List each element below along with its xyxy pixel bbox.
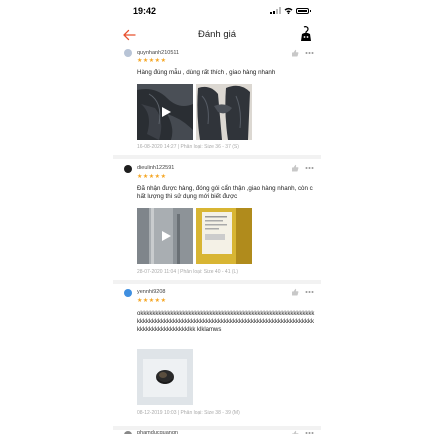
avatar[interactable] bbox=[124, 49, 132, 57]
wifi-icon bbox=[284, 7, 293, 14]
review-username[interactable]: yennhi9208 bbox=[137, 289, 165, 295]
star-icon: ★ bbox=[142, 298, 149, 304]
status-time: 19:42 bbox=[133, 6, 157, 16]
star-icon: ★ bbox=[142, 174, 149, 180]
star-icon: ★ bbox=[160, 174, 166, 180]
review-photo-thumbnail[interactable] bbox=[196, 208, 252, 264]
review-username[interactable]: phamducquangn bbox=[137, 430, 178, 434]
star-icon: ★ bbox=[160, 298, 166, 304]
play-icon[interactable] bbox=[160, 106, 172, 118]
review-photo-thumbnail[interactable] bbox=[137, 349, 193, 405]
play-icon[interactable] bbox=[160, 230, 172, 242]
star-icon: ★ bbox=[148, 58, 155, 64]
review-username[interactable]: quynhanh210511 bbox=[137, 50, 179, 56]
star-icon: ★ bbox=[154, 174, 161, 180]
star-rating: ★ ★ ★ ★ ★ bbox=[137, 174, 166, 180]
thumbnail-image bbox=[137, 349, 193, 405]
star-rating: ★ ★ ★ ★ ★ bbox=[137, 58, 166, 64]
status-icons bbox=[270, 7, 311, 14]
review-text: Hàng đúng mẫu , dùng rất thích , giao hà… bbox=[137, 69, 276, 76]
star-rating: ★ ★ ★ ★ ★ bbox=[137, 298, 166, 304]
avatar[interactable] bbox=[124, 165, 132, 173]
review-item: yennhi9208 ★ ★ ★ ★ ★ okkkkkkkkkkkkkkkkkkkkkk… bbox=[113, 284, 321, 426]
review-photo-thumbnail[interactable] bbox=[196, 84, 252, 140]
star-icon: ★ bbox=[137, 58, 143, 64]
battery-icon bbox=[296, 7, 311, 14]
like-icon[interactable] bbox=[291, 49, 299, 57]
review-video-thumbnail[interactable] bbox=[137, 208, 193, 264]
review-text: Đã nhận được hàng, đóng gói cẩn thận ,gi… bbox=[137, 185, 313, 200]
status-bar: 19:42 bbox=[113, 0, 321, 22]
like-icon[interactable] bbox=[291, 164, 299, 172]
page-title: Đánh giá bbox=[197, 29, 237, 40]
more-options-icon[interactable] bbox=[305, 51, 314, 55]
review-item: phamducquangn bbox=[113, 429, 321, 434]
star-icon: ★ bbox=[148, 174, 155, 180]
star-icon: ★ bbox=[137, 174, 143, 180]
more-options-icon[interactable] bbox=[305, 290, 314, 294]
like-icon[interactable] bbox=[291, 288, 299, 296]
star-icon: ★ bbox=[160, 58, 166, 64]
star-icon: ★ bbox=[154, 58, 161, 64]
thumbnail-image bbox=[196, 208, 252, 264]
star-icon: ★ bbox=[137, 298, 143, 304]
more-options-icon[interactable] bbox=[305, 166, 314, 170]
review-item: dieulinh122591 ★ ★ ★ ★ ★ Đã nhận được hàng, … bbox=[113, 159, 321, 281]
star-icon: ★ bbox=[148, 298, 155, 304]
review-meta: 16-08-2020 14:27 | Phân loại: Size 36 - … bbox=[137, 144, 239, 150]
avatar[interactable] bbox=[124, 289, 132, 297]
nav-bar: Đánh giá bbox=[113, 24, 321, 46]
review-meta: 28-07-2020 11:04 | Phân loại: Size 40 - … bbox=[137, 269, 238, 275]
help-mascot-icon[interactable] bbox=[299, 26, 313, 42]
star-icon: ★ bbox=[154, 298, 161, 304]
like-icon[interactable] bbox=[291, 430, 299, 434]
review-video-thumbnail[interactable] bbox=[137, 84, 193, 140]
thumbnail-image bbox=[196, 84, 252, 140]
phone-screen: 19:42 Đánh giá quynhanh210511 ★★★★★ bbox=[113, 0, 321, 434]
review-text: okkkkkkkkkkkkkkkkkkkkkkkkkkkkkkkkkkkkkkk… bbox=[137, 311, 315, 333]
review-username[interactable]: dieulinh122591 bbox=[137, 165, 174, 171]
review-meta: 08-12-2019 10:03 | Phân loại: Size 38 - … bbox=[137, 410, 240, 416]
signal-icon bbox=[270, 7, 281, 14]
star-icon: ★ bbox=[142, 58, 149, 64]
review-item: quynhanh210511 ★ ★ ★ ★ ★ Hàng đúng mẫu , dùn… bbox=[113, 46, 321, 156]
